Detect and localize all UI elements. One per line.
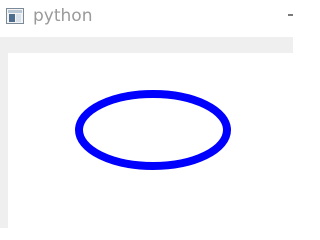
drawing-canvas[interactable] xyxy=(8,53,293,228)
window-title: python xyxy=(33,6,93,26)
blue-ellipse xyxy=(75,90,231,170)
canvas-drawing xyxy=(75,90,231,170)
minimize-icon[interactable] xyxy=(288,14,293,16)
window-frame-left xyxy=(0,53,8,228)
title-bar[interactable]: python xyxy=(0,0,293,37)
app-window: python xyxy=(0,0,293,228)
window-frame-top xyxy=(0,37,293,53)
app-window-icon xyxy=(6,8,24,24)
